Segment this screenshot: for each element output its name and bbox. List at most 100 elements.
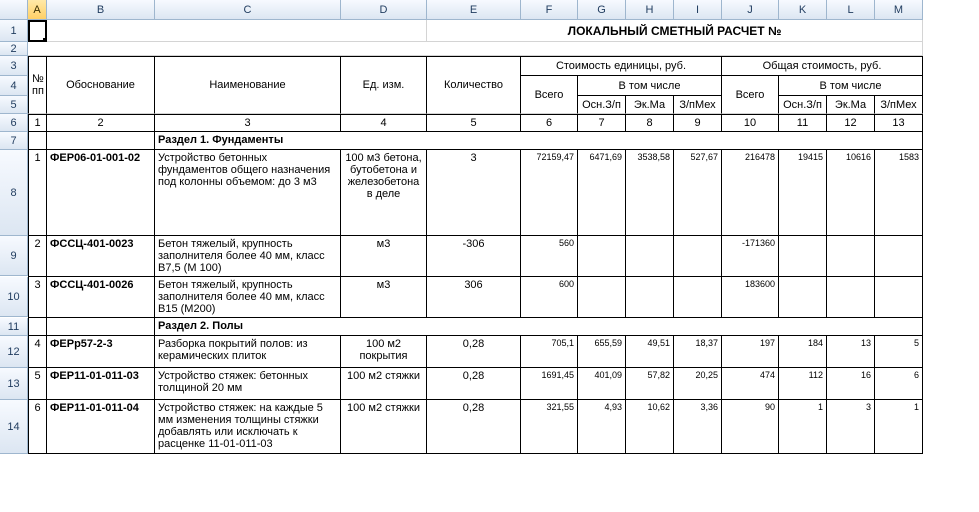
r5-unit[interactable]: 100 м2 стяжки xyxy=(341,368,427,400)
row-header-4[interactable]: 4 xyxy=(0,76,28,96)
r2-c8[interactable] xyxy=(626,236,674,277)
r2-unit[interactable]: м3 xyxy=(341,236,427,277)
r5-name[interactable]: Устройство стяжек: бетонных толщиной 20 … xyxy=(155,368,341,400)
r6-c10[interactable]: 90 xyxy=(722,400,779,454)
r1-c12[interactable]: 10616 xyxy=(827,150,875,236)
r5-c7[interactable]: 401,09 xyxy=(578,368,626,400)
row-header-3[interactable]: 3 xyxy=(0,56,28,76)
r4-c10[interactable]: 197 xyxy=(722,336,779,368)
r4-c12[interactable]: 13 xyxy=(827,336,875,368)
r1-c13[interactable]: 1583 xyxy=(875,150,923,236)
r4-n[interactable]: 4 xyxy=(28,336,47,368)
r6-osn[interactable]: ФЕР11-01-011-04 xyxy=(47,400,155,454)
r4-c6[interactable]: 705,1 xyxy=(521,336,578,368)
col-header-F[interactable]: F xyxy=(521,0,578,20)
r3-c8[interactable] xyxy=(626,277,674,318)
row-header-1[interactable]: 1 xyxy=(0,20,28,42)
r3-c7[interactable] xyxy=(578,277,626,318)
r5-n[interactable]: 5 xyxy=(28,368,47,400)
row-header-13[interactable]: 13 xyxy=(0,368,28,400)
cell-B7[interactable] xyxy=(47,132,155,150)
r1-c8[interactable]: 3538,58 xyxy=(626,150,674,236)
col-header-L[interactable]: L xyxy=(827,0,875,20)
cell-B1[interactable] xyxy=(47,20,427,42)
r1-name[interactable]: Устройство бетонных фундаментов общего н… xyxy=(155,150,341,236)
r4-c13[interactable]: 5 xyxy=(875,336,923,368)
col-header-I[interactable]: I xyxy=(674,0,722,20)
row-header-10[interactable]: 10 xyxy=(0,277,28,317)
r6-unit[interactable]: 100 м2 стяжки xyxy=(341,400,427,454)
r6-c13[interactable]: 1 xyxy=(875,400,923,454)
r2-c7[interactable] xyxy=(578,236,626,277)
r4-name[interactable]: Разборка покрытий полов: из керамических… xyxy=(155,336,341,368)
r2-c12[interactable] xyxy=(827,236,875,277)
r3-name[interactable]: Бетон тяжелый, крупность заполнителя бол… xyxy=(155,277,341,318)
row-header-11[interactable]: 11 xyxy=(0,318,28,336)
r6-c6[interactable]: 321,55 xyxy=(521,400,578,454)
col-header-D[interactable]: D xyxy=(341,0,427,20)
r4-c11[interactable]: 184 xyxy=(779,336,827,368)
r6-c7[interactable]: 4,93 xyxy=(578,400,626,454)
select-all-corner[interactable] xyxy=(0,0,28,20)
r2-c11[interactable] xyxy=(779,236,827,277)
col-header-C[interactable]: C xyxy=(155,0,341,20)
r1-c7[interactable]: 6471,69 xyxy=(578,150,626,236)
r5-c9[interactable]: 20,25 xyxy=(674,368,722,400)
col-header-J[interactable]: J xyxy=(722,0,779,20)
r1-osn[interactable]: ФЕР06-01-001-02 xyxy=(47,150,155,236)
col-header-B[interactable]: B xyxy=(47,0,155,20)
r2-c13[interactable] xyxy=(875,236,923,277)
r3-c10[interactable]: 183600 xyxy=(722,277,779,318)
r6-c11[interactable]: 1 xyxy=(779,400,827,454)
cell-A7[interactable] xyxy=(28,132,47,150)
r3-unit[interactable]: м3 xyxy=(341,277,427,318)
r1-unit[interactable]: 100 м3 бетона, бутобетона и железобетона… xyxy=(341,150,427,236)
row-header-5[interactable]: 5 xyxy=(0,96,28,114)
r1-c10[interactable]: 216478 xyxy=(722,150,779,236)
r2-c10[interactable]: -171360 xyxy=(722,236,779,277)
r5-c8[interactable]: 57,82 xyxy=(626,368,674,400)
r3-c12[interactable] xyxy=(827,277,875,318)
r6-c9[interactable]: 3,36 xyxy=(674,400,722,454)
r5-osn[interactable]: ФЕР11-01-011-03 xyxy=(47,368,155,400)
r4-osn[interactable]: ФЕРр57-2-3 xyxy=(47,336,155,368)
row-header-6[interactable]: 6 xyxy=(0,114,28,132)
r5-qty[interactable]: 0,28 xyxy=(427,368,521,400)
row-header-8[interactable]: 8 xyxy=(0,150,28,236)
row-header-2[interactable]: 2 xyxy=(0,42,28,56)
r3-c6[interactable]: 600 xyxy=(521,277,578,318)
r3-c13[interactable] xyxy=(875,277,923,318)
col-header-K[interactable]: K xyxy=(779,0,827,20)
r3-c11[interactable] xyxy=(779,277,827,318)
r5-c10[interactable]: 474 xyxy=(722,368,779,400)
r4-c8[interactable]: 49,51 xyxy=(626,336,674,368)
col-header-A[interactable]: A xyxy=(28,0,47,20)
cell-row2[interactable] xyxy=(28,42,923,56)
row-header-9[interactable]: 9 xyxy=(0,236,28,276)
r1-qty[interactable]: 3 xyxy=(427,150,521,236)
r2-n[interactable]: 2 xyxy=(28,236,47,277)
r1-c11[interactable]: 19415 xyxy=(779,150,827,236)
r1-c6[interactable]: 72159,47 xyxy=(521,150,578,236)
col-header-M[interactable]: M xyxy=(875,0,923,20)
r2-qty[interactable]: -306 xyxy=(427,236,521,277)
r4-c9[interactable]: 18,37 xyxy=(674,336,722,368)
col-header-H[interactable]: H xyxy=(626,0,674,20)
r2-osn[interactable]: ФССЦ-401-0023 xyxy=(47,236,155,277)
r2-c9[interactable] xyxy=(674,236,722,277)
col-header-G[interactable]: G xyxy=(578,0,626,20)
r3-osn[interactable]: ФССЦ-401-0026 xyxy=(47,277,155,318)
r5-c11[interactable]: 112 xyxy=(779,368,827,400)
spreadsheet-grid[interactable]: A B C D E F G H I J K L M 1 ЛОКАЛЬНЫЙ СМ… xyxy=(0,0,979,454)
cell-B11[interactable] xyxy=(47,318,155,336)
r5-c13[interactable]: 6 xyxy=(875,368,923,400)
row-header-14[interactable]: 14 xyxy=(0,400,28,454)
r2-c6[interactable]: 560 xyxy=(521,236,578,277)
r2-name[interactable]: Бетон тяжелый, крупность заполнителя бол… xyxy=(155,236,341,277)
col-header-E[interactable]: E xyxy=(427,0,521,20)
r6-c12[interactable]: 3 xyxy=(827,400,875,454)
r3-qty[interactable]: 306 xyxy=(427,277,521,318)
r1-n[interactable]: 1 xyxy=(28,150,47,236)
r3-c9[interactable] xyxy=(674,277,722,318)
r4-unit[interactable]: 100 м2 покрытия xyxy=(341,336,427,368)
